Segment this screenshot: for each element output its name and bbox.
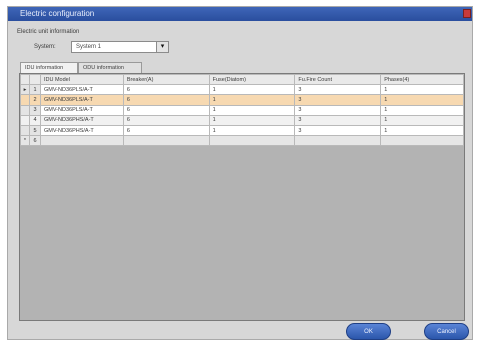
group-label: Electric unit information xyxy=(17,29,80,35)
title-bar[interactable]: Electric configuration xyxy=(8,7,472,21)
chevron-down-icon[interactable]: ▾ xyxy=(156,42,168,52)
cell-fuse[interactable]: 1 xyxy=(208,94,296,106)
header-idu-model[interactable]: IDU Model xyxy=(39,73,124,86)
cell-idu-model[interactable]: GMV-ND36PLS/A-T xyxy=(39,84,124,96)
table-row[interactable]: 5 GMV-ND36PHS/A-T 6 1 3 1 xyxy=(20,124,464,137)
cell-fire-count[interactable]: 3 xyxy=(294,84,382,96)
header-fire-count[interactable]: Fu.Fire Count xyxy=(294,73,382,86)
new-cell[interactable] xyxy=(294,135,382,147)
new-row-number: 6 xyxy=(28,135,41,147)
cell-fuse[interactable]: 1 xyxy=(208,114,296,126)
cell-phases[interactable]: 1 xyxy=(380,124,464,137)
header-num xyxy=(28,73,41,86)
idu-table-panel: IDU Model Breaker(A) Fuse(Diatom) Fu.Fir… xyxy=(19,73,465,321)
table-header-row: IDU Model Breaker(A) Fuse(Diatom) Fu.Fir… xyxy=(20,73,464,86)
cell-phases[interactable]: 1 xyxy=(380,104,464,116)
row-number: 5 xyxy=(28,124,41,137)
header-indicator xyxy=(20,73,30,86)
electric-config-window: Electric configuration Electric unit inf… xyxy=(7,6,473,340)
cell-breaker[interactable]: 6 xyxy=(122,124,210,137)
new-cell[interactable] xyxy=(39,135,124,147)
cell-fire-count[interactable]: 3 xyxy=(294,94,382,106)
window-title: Electric configuration xyxy=(20,9,95,18)
header-fuse[interactable]: Fuse(Diatom) xyxy=(208,73,296,86)
header-phases[interactable]: Phases(4) xyxy=(380,73,464,86)
cell-fuse[interactable]: 1 xyxy=(208,84,296,96)
cell-breaker[interactable]: 6 xyxy=(122,84,210,96)
new-cell[interactable] xyxy=(122,135,210,147)
cell-phases[interactable]: 1 xyxy=(380,114,464,126)
cell-fire-count[interactable]: 3 xyxy=(294,104,382,116)
new-cell[interactable] xyxy=(380,135,464,147)
cell-fire-count[interactable]: 3 xyxy=(294,124,382,137)
cell-fuse[interactable]: 1 xyxy=(208,124,296,137)
ok-button[interactable]: OK xyxy=(346,323,391,340)
table-row[interactable]: 3 GMV-ND36PLS/A-T 6 1 3 1 xyxy=(20,104,464,116)
table-row[interactable]: ▸ 1 GMV-ND36PLS/A-T 6 1 3 1 xyxy=(20,84,464,96)
new-cell[interactable] xyxy=(208,135,296,147)
row-indicator xyxy=(20,124,30,137)
header-breaker[interactable]: Breaker(A) xyxy=(122,73,210,86)
row-indicator: ▸ xyxy=(20,84,30,96)
cell-breaker[interactable]: 6 xyxy=(122,104,210,116)
system-select[interactable]: System 1 ▾ xyxy=(71,41,169,53)
cell-phases[interactable]: 1 xyxy=(380,84,464,96)
system-label: System: xyxy=(34,44,56,50)
close-icon[interactable] xyxy=(463,9,471,18)
cell-phases[interactable]: 1 xyxy=(380,94,464,106)
row-indicator xyxy=(20,94,30,106)
new-row[interactable]: * 6 xyxy=(20,135,464,147)
row-number: 1 xyxy=(28,84,41,96)
cell-idu-model[interactable]: GMV-ND36PHS/A-T xyxy=(39,124,124,137)
cell-breaker[interactable]: 6 xyxy=(122,94,210,106)
cancel-button[interactable]: Cancel xyxy=(424,323,469,340)
cell-breaker[interactable]: 6 xyxy=(122,114,210,126)
cell-idu-model[interactable]: GMV-ND36PLS/A-T xyxy=(39,104,124,116)
cell-idu-model[interactable]: GMV-ND36PLS/A-T xyxy=(39,94,124,106)
row-number: 2 xyxy=(28,94,41,106)
cell-fire-count[interactable]: 3 xyxy=(294,114,382,126)
system-select-value: System 1 xyxy=(76,44,102,50)
table-row[interactable]: 2 GMV-ND36PLS/A-T 6 1 3 1 xyxy=(20,94,464,106)
cell-fuse[interactable]: 1 xyxy=(208,104,296,116)
row-number: 4 xyxy=(28,114,41,126)
idu-table: IDU Model Breaker(A) Fuse(Diatom) Fu.Fir… xyxy=(20,73,464,147)
cell-idu-model[interactable]: GMV-ND36PHS/A-T xyxy=(39,114,124,126)
row-number: 3 xyxy=(28,104,41,116)
new-row-indicator: * xyxy=(20,135,30,147)
row-indicator xyxy=(20,104,30,116)
row-indicator xyxy=(20,114,30,126)
table-row[interactable]: 4 GMV-ND36PHS/A-T 6 1 3 1 xyxy=(20,114,464,126)
